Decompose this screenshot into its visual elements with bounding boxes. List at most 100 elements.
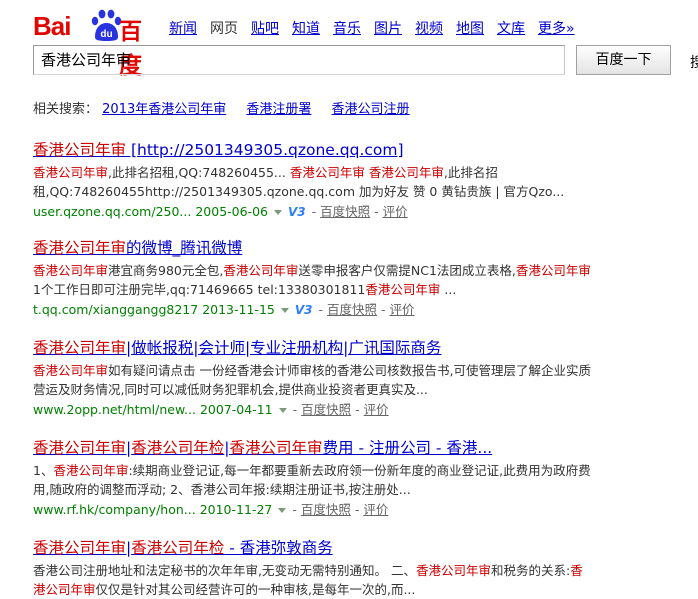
- rate-link[interactable]: 评价: [390, 302, 415, 317]
- abstract-segment: 香港公司年审: [368, 165, 444, 180]
- result-meta: www.rf.hk/company/hon... 2010-11-27 - 百度快…: [33, 500, 593, 519]
- result-url: t.qq.com/xianggangg8217: [33, 302, 199, 317]
- result-date: 2007-04-11: [199, 402, 273, 417]
- separator: -: [311, 204, 317, 219]
- abstract-segment: 香港公司年审: [223, 263, 299, 278]
- dropdown-arrow-icon[interactable]: [274, 209, 282, 215]
- dropdown-arrow-icon[interactable]: [280, 307, 289, 313]
- abstract-segment: ,此排名招租,QQ:748260455...: [108, 165, 290, 180]
- abstract-segment: 香港公司年审: [289, 165, 365, 180]
- related-link[interactable]: 香港公司注册: [332, 102, 410, 117]
- title-segment: 香港公司年审: [33, 539, 127, 557]
- rate-link[interactable]: 评价: [364, 402, 389, 417]
- v3-badge-icon[interactable]: V3: [288, 205, 306, 219]
- title-segment: 香港公司年检: [131, 539, 225, 557]
- nav-item[interactable]: 贴吧: [251, 21, 279, 37]
- title-segment: 香港公司年审: [33, 439, 127, 457]
- result-url: www.2opp.net/html/new...: [33, 402, 196, 417]
- title-segment: 香港公司年审: [33, 239, 127, 257]
- snapshot-link[interactable]: 百度快照: [301, 402, 351, 417]
- result-title-link[interactable]: 香港公司年审 [http://2501349305.qzone.qq.com]: [33, 140, 593, 160]
- abstract-segment: 1个工作日即可注册完毕,qq:71469665 tel:13380301811: [33, 282, 366, 297]
- related-label: 相关搜索：: [33, 102, 99, 117]
- snapshot-link[interactable]: 百度快照: [301, 502, 351, 517]
- related-link[interactable]: 2013年香港公司年审: [102, 102, 226, 117]
- nav-item[interactable]: 音乐: [333, 21, 361, 37]
- abstract-segment: 和税务的关系:: [490, 563, 571, 578]
- result-abstract: 香港公司注册地址和法定秘书的次年年审,无变动无需特别通知。 二、香港公司年审和税…: [33, 561, 593, 599]
- rate-link[interactable]: 评价: [363, 502, 388, 517]
- snapshot-link[interactable]: 百度快照: [320, 204, 370, 219]
- separator: -: [292, 402, 298, 417]
- result-meta: user.qzone.qq.com/250... 2005-06-06 V3- 百…: [33, 202, 593, 222]
- result-item: 香港公司年审|香港公司年检|香港公司年审费用 - 注册公司 - 香港... 1、香…: [33, 438, 593, 519]
- abstract-segment: 1、: [33, 463, 54, 478]
- abstract-segment: ...: [440, 282, 457, 297]
- snapshot-link[interactable]: 百度快照: [327, 302, 377, 317]
- related-searches: 相关搜索： 2013年香港公司年审 香港注册署 香港公司注册: [33, 98, 426, 117]
- result-item: 香港公司年审 [http://2501349305.qzone.qq.com] 香…: [33, 140, 593, 222]
- search-button[interactable]: 百度一下: [576, 45, 671, 75]
- result-date: 2010-11-27: [199, 502, 273, 517]
- abstract-segment: 香港公司年审: [33, 363, 109, 378]
- result-abstract: 香港公司年审如有疑问请点击 一份经香港会计师审核的香港公司核数报告书,可使管理层…: [33, 361, 593, 399]
- result-abstract: 1、香港公司年审:续期商业登记证,每一年都要重新去政府领一份新年度的商业登记证,…: [33, 461, 593, 499]
- abstract-segment: 港宜商务980元全包,: [108, 263, 224, 278]
- title-segment: [http://2501349305.qzone.qq.com]: [126, 141, 404, 159]
- result-item: 香港公司年审|做帐报税|会计师|专业注册机构|广讯国际商务 香港公司年审如有疑问请…: [33, 338, 593, 419]
- nav-item[interactable]: 新闻: [169, 21, 197, 37]
- nav-item[interactable]: 文库: [497, 21, 525, 37]
- result-title-link[interactable]: 香港公司年审|香港公司年检|香港公司年审费用 - 注册公司 - 香港...: [33, 438, 593, 458]
- rate-link[interactable]: 评价: [383, 204, 408, 219]
- nav-item[interactable]: 图片: [374, 21, 402, 37]
- result-title-link[interactable]: 香港公司年审的微博_腾讯微博: [33, 238, 593, 258]
- abstract-segment: 香港公司注册地址和法定秘书的次年年审,无变动无需特别通知。 二、: [33, 563, 416, 578]
- nav-item[interactable]: 网页: [210, 21, 238, 37]
- nav-item[interactable]: 视频: [415, 21, 443, 37]
- title-segment: 香港公司年审: [33, 339, 127, 357]
- nav-item[interactable]: 知道: [292, 21, 320, 37]
- abstract-segment: 香港公司年审: [33, 263, 109, 278]
- search-input[interactable]: 香港公司年审: [33, 45, 565, 75]
- title-segment: - 香港弥敦商务: [224, 539, 333, 557]
- title-segment: 香港公司年审: [229, 439, 323, 457]
- abstract-segment: 香港公司年审: [365, 282, 441, 297]
- dropdown-arrow-icon[interactable]: [278, 407, 287, 413]
- abstract-segment: 香港公司年审: [33, 165, 109, 180]
- result-abstract: 香港公司年审,此排名招租,QQ:748260455... 香港公司年审 香港公司…: [33, 163, 593, 201]
- v3-badge-icon[interactable]: V3: [295, 303, 313, 317]
- separator: -: [355, 402, 360, 417]
- result-abstract: 香港公司年审港宜商务980元全包,香港公司年审送零申报客户仅需提NC1法团成立表…: [33, 261, 593, 299]
- separator: -: [354, 502, 360, 517]
- title-segment: |做帐报税|会计师|专业注册机构|广讯国际商务: [126, 339, 442, 357]
- baidu-logo[interactable]: Bai du 百度: [33, 9, 151, 79]
- abstract-segment: 香港公司年审: [415, 563, 491, 578]
- abstract-segment: 香港公司年审: [515, 263, 591, 278]
- nav-item[interactable]: 更多»: [538, 21, 575, 37]
- title-segment: 费用 - 注册公司 - 香港...: [322, 439, 493, 457]
- result-date: 2013-11-15: [202, 302, 275, 317]
- result-title-link[interactable]: 香港公司年审|做帐报税|会计师|专业注册机构|广讯国际商务: [33, 338, 593, 358]
- result-url: www.rf.hk/company/hon...: [33, 502, 196, 517]
- title-segment: 香港公司年检: [131, 439, 225, 457]
- paw-icon: du: [91, 9, 122, 41]
- result-url: user.qzone.qq.com/250...: [33, 204, 192, 219]
- result-meta: www.2opp.net/html/new... 2007-04-11 - 百度快…: [33, 400, 593, 419]
- title-segment: 香港公司年审: [33, 141, 127, 159]
- result-meta: t.qq.com/xianggangg8217 2013-11-15 V3 - 百度…: [33, 300, 593, 320]
- separator: -: [374, 204, 379, 219]
- nav-item[interactable]: 地图: [456, 21, 484, 37]
- title-segment: 的微博_腾讯微博: [126, 239, 243, 257]
- logo-paw-text: du: [100, 29, 112, 40]
- separator: -: [381, 302, 386, 317]
- result-item: 香港公司年审的微博_腾讯微博 香港公司年审港宜商务980元全包,香港公司年审送零申…: [33, 238, 593, 320]
- result-date: 2005-06-06: [195, 204, 268, 219]
- cutoff-link[interactable]: 搜: [690, 52, 698, 72]
- abstract-segment: 如有疑问请点击 一份经香港会计师审核的香港公司核数报告书,可使管理层了解企业实质…: [33, 363, 591, 397]
- abstract-segment: 香港公司年审: [53, 463, 129, 478]
- separator: -: [292, 502, 297, 517]
- related-link[interactable]: 香港注册署: [246, 102, 311, 117]
- result-title-link[interactable]: 香港公司年审|香港公司年检 - 香港弥敦商务: [33, 538, 593, 558]
- abstract-segment: 送零申报客户仅需提NC1法团成立表格,: [298, 263, 516, 278]
- dropdown-arrow-icon[interactable]: [278, 507, 287, 513]
